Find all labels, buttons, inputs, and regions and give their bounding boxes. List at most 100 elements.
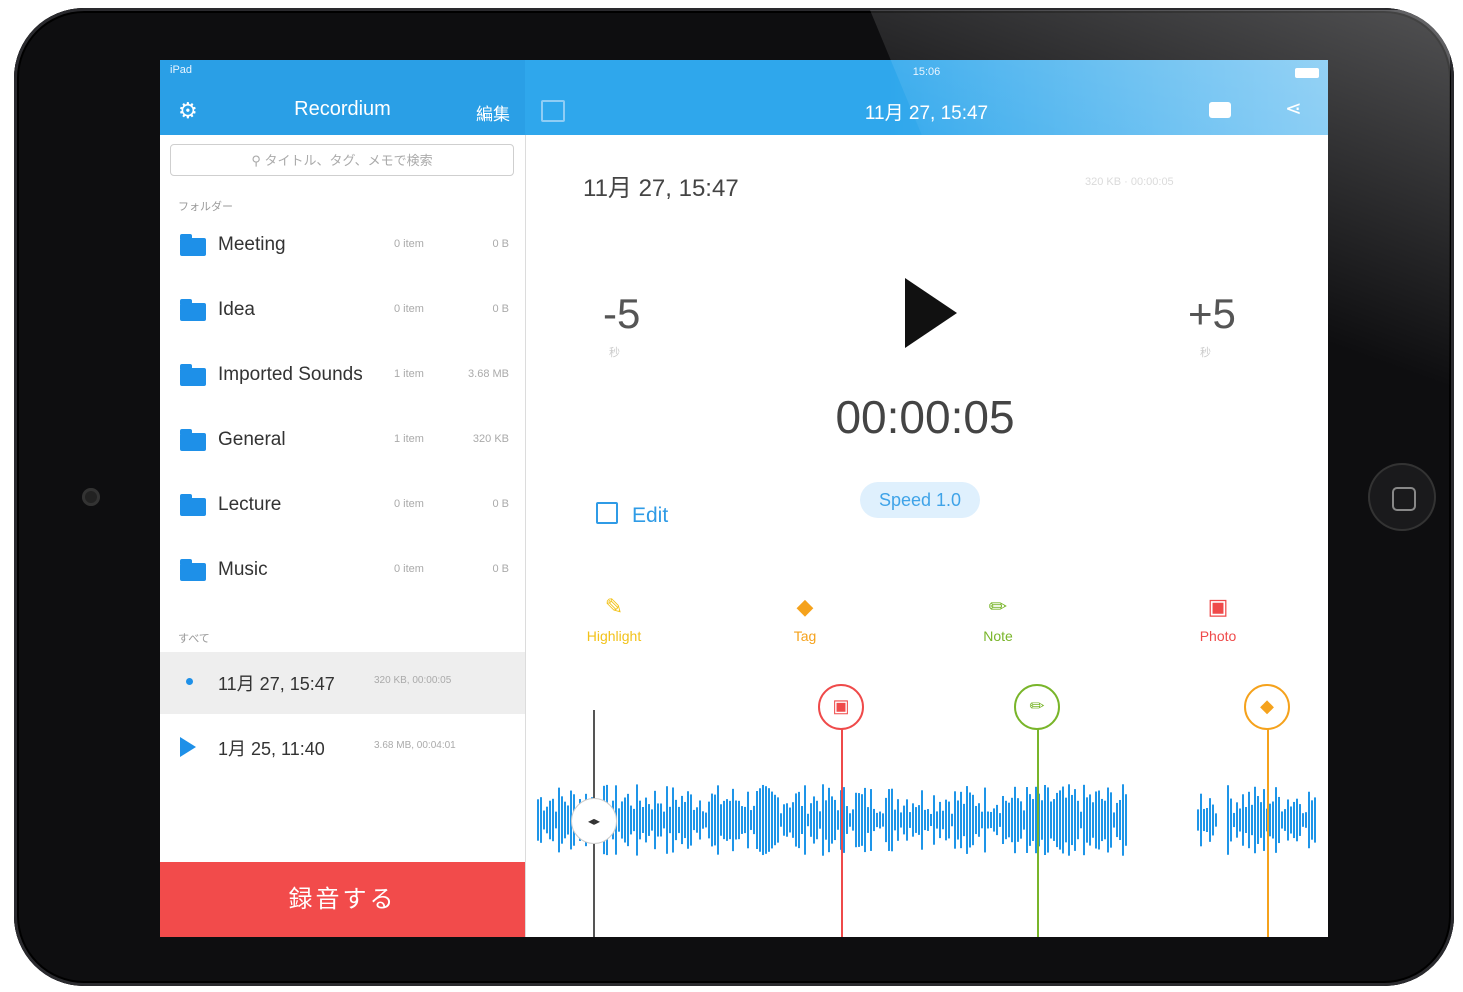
recording-item[interactable]: 1月 25, 11:40 3.68 MB, 00:04:01 [160, 717, 525, 779]
waveform-bar [1005, 800, 1007, 840]
play-icon[interactable] [905, 278, 957, 348]
highlight-label: Highlight [586, 628, 642, 644]
waveform-bar [540, 797, 542, 843]
edit-button[interactable]: 編集 [476, 100, 510, 125]
waveform-bar [954, 791, 956, 849]
waveform-bar [879, 811, 881, 829]
waveform-area[interactable]: ▣ ✏ ◆ ◂▸ [525, 680, 1328, 937]
waveform-bar [690, 794, 692, 846]
waveform-bar [1017, 798, 1019, 842]
waveform-bar [972, 794, 974, 846]
waveform-bar [1014, 786, 1016, 854]
waveform-bar [870, 789, 872, 851]
folder-item-imported-sounds[interactable]: Imported Sounds 1 item 3.68 MB [160, 356, 525, 406]
waveform-bar [693, 809, 695, 831]
folder-size: 0 B [492, 238, 509, 250]
waveform-bar [636, 784, 638, 856]
waveform-bar [774, 794, 776, 846]
waveform-bar [987, 811, 989, 829]
tag-icon: ◆ [796, 594, 814, 619]
search-input[interactable]: ⚲ タイトル、タグ、メモで検索 [170, 144, 514, 176]
folder-item-meeting[interactable]: Meeting 0 item 0 B [160, 226, 525, 276]
waveform-bar [981, 811, 983, 829]
waveform-bar [1002, 795, 1004, 845]
waveform-bar [1257, 796, 1259, 844]
waveform-bar [1281, 811, 1283, 829]
playback-timer: 00:00:05 [835, 391, 1015, 443]
waveform-bar [702, 811, 704, 829]
waveform-bar [1302, 813, 1304, 827]
folder-item-music[interactable]: Music 0 item 0 B [160, 551, 525, 601]
waveform-bar [765, 786, 767, 854]
folder-count: 0 item [394, 563, 424, 575]
waveform-bar [1260, 802, 1262, 838]
folder-count: 1 item [394, 433, 424, 445]
recording-date: 11月 27, 15:47 [583, 175, 739, 202]
waveform-bar [906, 799, 908, 841]
front-camera [82, 488, 100, 506]
waveform-bar [909, 812, 911, 828]
waveform-bar [825, 800, 827, 840]
waveform-bar [915, 807, 917, 833]
waveform-bar [1116, 802, 1118, 838]
note-marker-icon[interactable]: ✏ [1014, 684, 1060, 730]
folder-item-lecture[interactable]: Lecture 0 item 0 B [160, 486, 525, 536]
home-button[interactable] [1368, 463, 1436, 531]
note-button[interactable]: ✏ Note [948, 594, 1048, 644]
waveform-bar [993, 808, 995, 832]
waveform-bar [939, 801, 941, 839]
waveform-bar [714, 794, 716, 846]
waveform-bar [957, 800, 959, 840]
folder-count: 0 item [394, 498, 424, 510]
skip-back-button[interactable]: -5 [603, 290, 640, 338]
waveform-bar [936, 811, 938, 829]
waveform-bar [687, 791, 689, 849]
waveform-bar [978, 803, 980, 837]
tag-button[interactable]: ◆ Tag [755, 594, 855, 644]
waveform-bar [1299, 804, 1301, 836]
waveform-bar [828, 787, 830, 853]
folder-item-general[interactable]: General 1 item 320 KB [160, 421, 525, 471]
play-icon[interactable] [180, 737, 196, 757]
waveform-bar [1278, 796, 1280, 844]
waveform-bar [1305, 812, 1307, 828]
waveform-bar [1056, 792, 1058, 848]
waveform-bar [1197, 809, 1199, 831]
waveform-bar [1203, 808, 1205, 832]
waveform-bar [1092, 802, 1094, 838]
battery-icon [1295, 68, 1319, 78]
waveform-bar [564, 801, 566, 839]
folder-item-idea[interactable]: Idea 0 item 0 B [160, 291, 525, 341]
recording-meta-info: 320 KB · 00:00:05 [1085, 176, 1174, 188]
folder-icon [180, 494, 206, 516]
waveform-bar [1068, 784, 1070, 856]
waveform-bar [810, 803, 812, 837]
waveform-bar [831, 796, 833, 844]
waveform-bar [543, 810, 545, 830]
waveform-bar [627, 793, 629, 847]
photo-marker-icon[interactable]: ▣ [818, 684, 864, 730]
highlight-button[interactable]: ✎ Highlight [564, 594, 664, 644]
folder-name: Imported Sounds [218, 364, 363, 385]
speed-button[interactable]: Speed 1.0 [860, 482, 980, 518]
photo-button[interactable]: ▣ Photo [1168, 594, 1268, 644]
waveform-bar [1206, 807, 1208, 833]
tag-marker-icon[interactable]: ◆ [1244, 684, 1290, 730]
sidebar: iPad ⚙ Recordium 編集 ⚲ タイトル、タグ、メモで検索 フォルダ… [160, 60, 526, 937]
camera-icon[interactable] [1209, 102, 1231, 118]
detail-title: 11月 27, 15:47 [864, 103, 989, 124]
waveform-bar [1062, 786, 1064, 854]
waveform-bar [933, 795, 935, 845]
record-button[interactable]: 録音する [160, 862, 525, 937]
recording-item-selected[interactable]: 11月 27, 15:47 320 KB, 00:00:05 [160, 652, 525, 714]
waveform-bar [897, 799, 899, 841]
waveform [537, 784, 1316, 856]
folder-icon [180, 429, 206, 451]
share-icon[interactable]: ⋖ [1285, 96, 1302, 121]
playhead-handle-icon[interactable]: ◂▸ [571, 798, 617, 844]
waveform-bar [1248, 791, 1250, 849]
skip-forward-button[interactable]: +5 [1188, 290, 1236, 338]
waveform-bar [663, 811, 665, 829]
waveform-bar [858, 793, 860, 847]
edit-recording-button[interactable]: Edit [596, 502, 668, 528]
